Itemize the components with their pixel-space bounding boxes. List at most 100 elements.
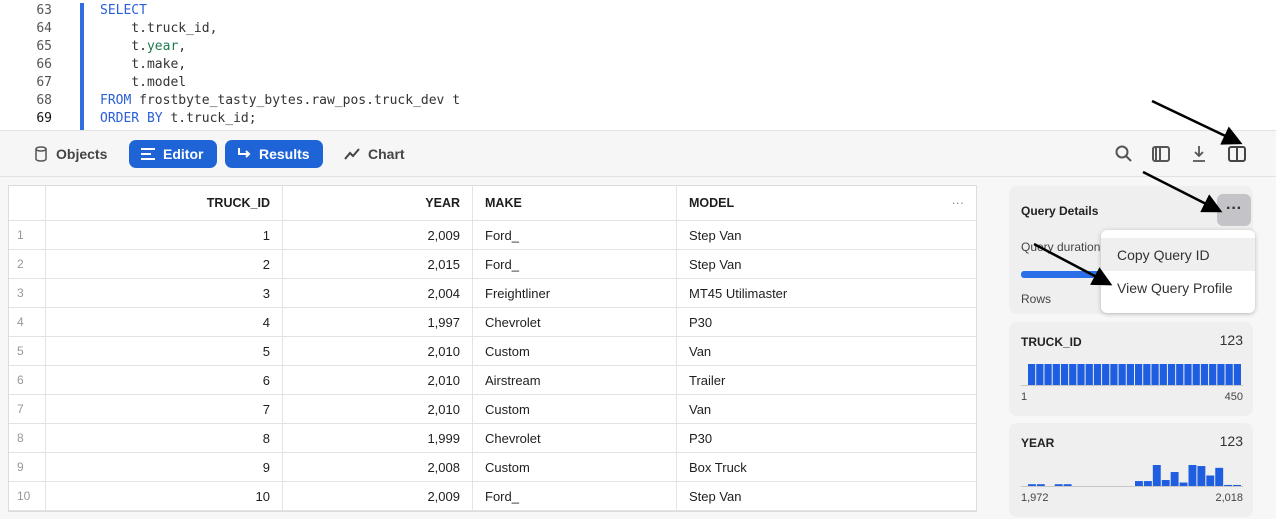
query-duration-label: Query duration: [1021, 240, 1101, 254]
table-cell[interactable]: 2: [46, 250, 283, 278]
table-row[interactable]: 10 10 2,009 Ford_ Step Van: [9, 482, 976, 511]
chart-button[interactable]: Chart: [332, 140, 417, 168]
table-cell[interactable]: 2,009: [283, 221, 473, 249]
table-cell[interactable]: 9: [46, 453, 283, 481]
min-value: 1,972: [1021, 492, 1049, 504]
table-cell[interactable]: P30: [677, 424, 976, 452]
table-cell[interactable]: 3: [46, 279, 283, 307]
download-icon[interactable]: [1188, 143, 1210, 165]
histogram-bar: [1233, 364, 1241, 385]
code-line[interactable]: SELECT: [100, 3, 147, 18]
table-cell[interactable]: Ford_: [473, 221, 677, 249]
code-line[interactable]: t.year,: [100, 39, 186, 54]
table-cell[interactable]: Box Truck: [677, 453, 976, 481]
table-cell[interactable]: Ford_: [473, 482, 677, 510]
table-cell[interactable]: 6: [46, 366, 283, 394]
histogram-bar: [1170, 472, 1179, 486]
table-cell[interactable]: Airstream: [473, 366, 677, 394]
table-cell[interactable]: Custom: [473, 453, 677, 481]
histogram-bar: [1152, 465, 1161, 486]
table-cell[interactable]: 4: [46, 308, 283, 336]
more-options-button[interactable]: ···: [1217, 194, 1251, 226]
table-cell[interactable]: Custom: [473, 395, 677, 423]
row-index: 8: [9, 424, 46, 452]
editor-toggle-button[interactable]: Editor: [129, 140, 217, 168]
query-details-title: Query Details: [1021, 204, 1099, 218]
table-row[interactable]: 8 8 1,999 Chevrolet P30: [9, 424, 976, 453]
table-cell[interactable]: 1,999: [283, 424, 473, 452]
table-cell[interactable]: Freightliner: [473, 279, 677, 307]
copy-query-id-menu-item[interactable]: Copy Query ID: [1101, 238, 1255, 271]
line-number: 63: [36, 3, 52, 18]
table-row[interactable]: 2 2 2,015 Ford_ Step Van: [9, 250, 976, 279]
table-cell[interactable]: 10: [46, 482, 283, 510]
table-cell[interactable]: Ford_: [473, 250, 677, 278]
table-cell[interactable]: 2,004: [283, 279, 473, 307]
table-cell[interactable]: 2,010: [283, 366, 473, 394]
table-row[interactable]: 4 4 1,997 Chevrolet P30: [9, 308, 976, 337]
column-stats-truck-id[interactable]: TRUCK_ID 123 1 450: [1009, 322, 1253, 416]
split-panel-icon[interactable]: [1226, 143, 1248, 165]
column-menu-button[interactable]: ···: [952, 196, 965, 210]
histogram-bar: [1225, 364, 1233, 385]
table-row[interactable]: 5 5 2,010 Custom Van: [9, 337, 976, 366]
objects-button[interactable]: Objects: [22, 140, 119, 168]
table-row[interactable]: 6 6 2,010 Airstream Trailer: [9, 366, 976, 395]
table-cell[interactable]: Step Van: [677, 221, 976, 249]
table-cell[interactable]: Custom: [473, 337, 677, 365]
active-statement-marker: [80, 3, 84, 130]
table-cell[interactable]: Chevrolet: [473, 424, 677, 452]
table-row[interactable]: 1 1 2,009 Ford_ Step Van: [9, 221, 976, 250]
table-cell[interactable]: Trailer: [677, 366, 976, 394]
index-header: [9, 186, 46, 220]
table-cell[interactable]: Van: [677, 395, 976, 423]
line-number: 65: [36, 39, 52, 54]
table-cell[interactable]: 2,008: [283, 453, 473, 481]
row-index: 3: [9, 279, 46, 307]
table-cell[interactable]: 1,997: [283, 308, 473, 336]
code-line[interactable]: FROM frostbyte_tasty_bytes.raw_pos.truck…: [100, 93, 460, 108]
histogram-bar: [1143, 364, 1151, 385]
table-cell[interactable]: 2,010: [283, 337, 473, 365]
line-number: 67: [36, 75, 52, 90]
columns-icon[interactable]: [1150, 143, 1172, 165]
search-icon[interactable]: [1113, 143, 1135, 165]
histogram: [1021, 465, 1243, 487]
table-cell[interactable]: P30: [677, 308, 976, 336]
column-header[interactable]: TRUCK_ID: [46, 186, 283, 220]
table-cell[interactable]: 2,009: [283, 482, 473, 510]
column-header[interactable]: MODEL ···: [677, 186, 976, 220]
line-number: 68: [36, 93, 52, 108]
code-line[interactable]: t.truck_id,: [100, 21, 217, 36]
table-cell[interactable]: 5: [46, 337, 283, 365]
view-query-profile-menu-item[interactable]: View Query Profile: [1101, 271, 1255, 304]
results-toggle-button[interactable]: Results: [225, 140, 323, 168]
table-cell[interactable]: 1: [46, 221, 283, 249]
table-header: TRUCK_ID YEAR MAKE MODEL ···: [9, 186, 976, 221]
table-cell[interactable]: Step Van: [677, 482, 976, 510]
table-cell[interactable]: 8: [46, 424, 283, 452]
table-row[interactable]: 7 7 2,010 Custom Van: [9, 395, 976, 424]
table-cell[interactable]: 2,015: [283, 250, 473, 278]
table-row[interactable]: 9 9 2,008 Custom Box Truck: [9, 453, 976, 482]
sql-editor[interactable]: 63 SELECT 64 t.truck_id, 65 t.year, 66 t.mak…: [0, 0, 1276, 130]
column-stats-year[interactable]: YEAR 123 1,972 2,018: [1009, 423, 1253, 517]
code-line[interactable]: t.model: [100, 75, 186, 90]
column-header[interactable]: MAKE: [473, 186, 677, 220]
table-cell[interactable]: 2,010: [283, 395, 473, 423]
table-cell[interactable]: Step Van: [677, 250, 976, 278]
table-cell[interactable]: Chevrolet: [473, 308, 677, 336]
histogram-bar: [1118, 364, 1126, 385]
histogram-bar: [1209, 364, 1217, 385]
table-row[interactable]: 3 3 2,004 Freightliner MT45 Utilimaster: [9, 279, 976, 308]
table-cell[interactable]: Van: [677, 337, 976, 365]
code-line[interactable]: ORDER BY t.truck_id;: [100, 111, 257, 126]
column-header[interactable]: YEAR: [283, 186, 473, 220]
table-cell[interactable]: MT45 Utilimaster: [677, 279, 976, 307]
histogram-bar: [1161, 480, 1170, 486]
code-line[interactable]: t.make,: [100, 57, 186, 72]
histogram-bar: [1176, 364, 1184, 385]
table-cell[interactable]: 7: [46, 395, 283, 423]
row-index: 4: [9, 308, 46, 336]
numeric-type-badge: 123: [1219, 332, 1243, 348]
